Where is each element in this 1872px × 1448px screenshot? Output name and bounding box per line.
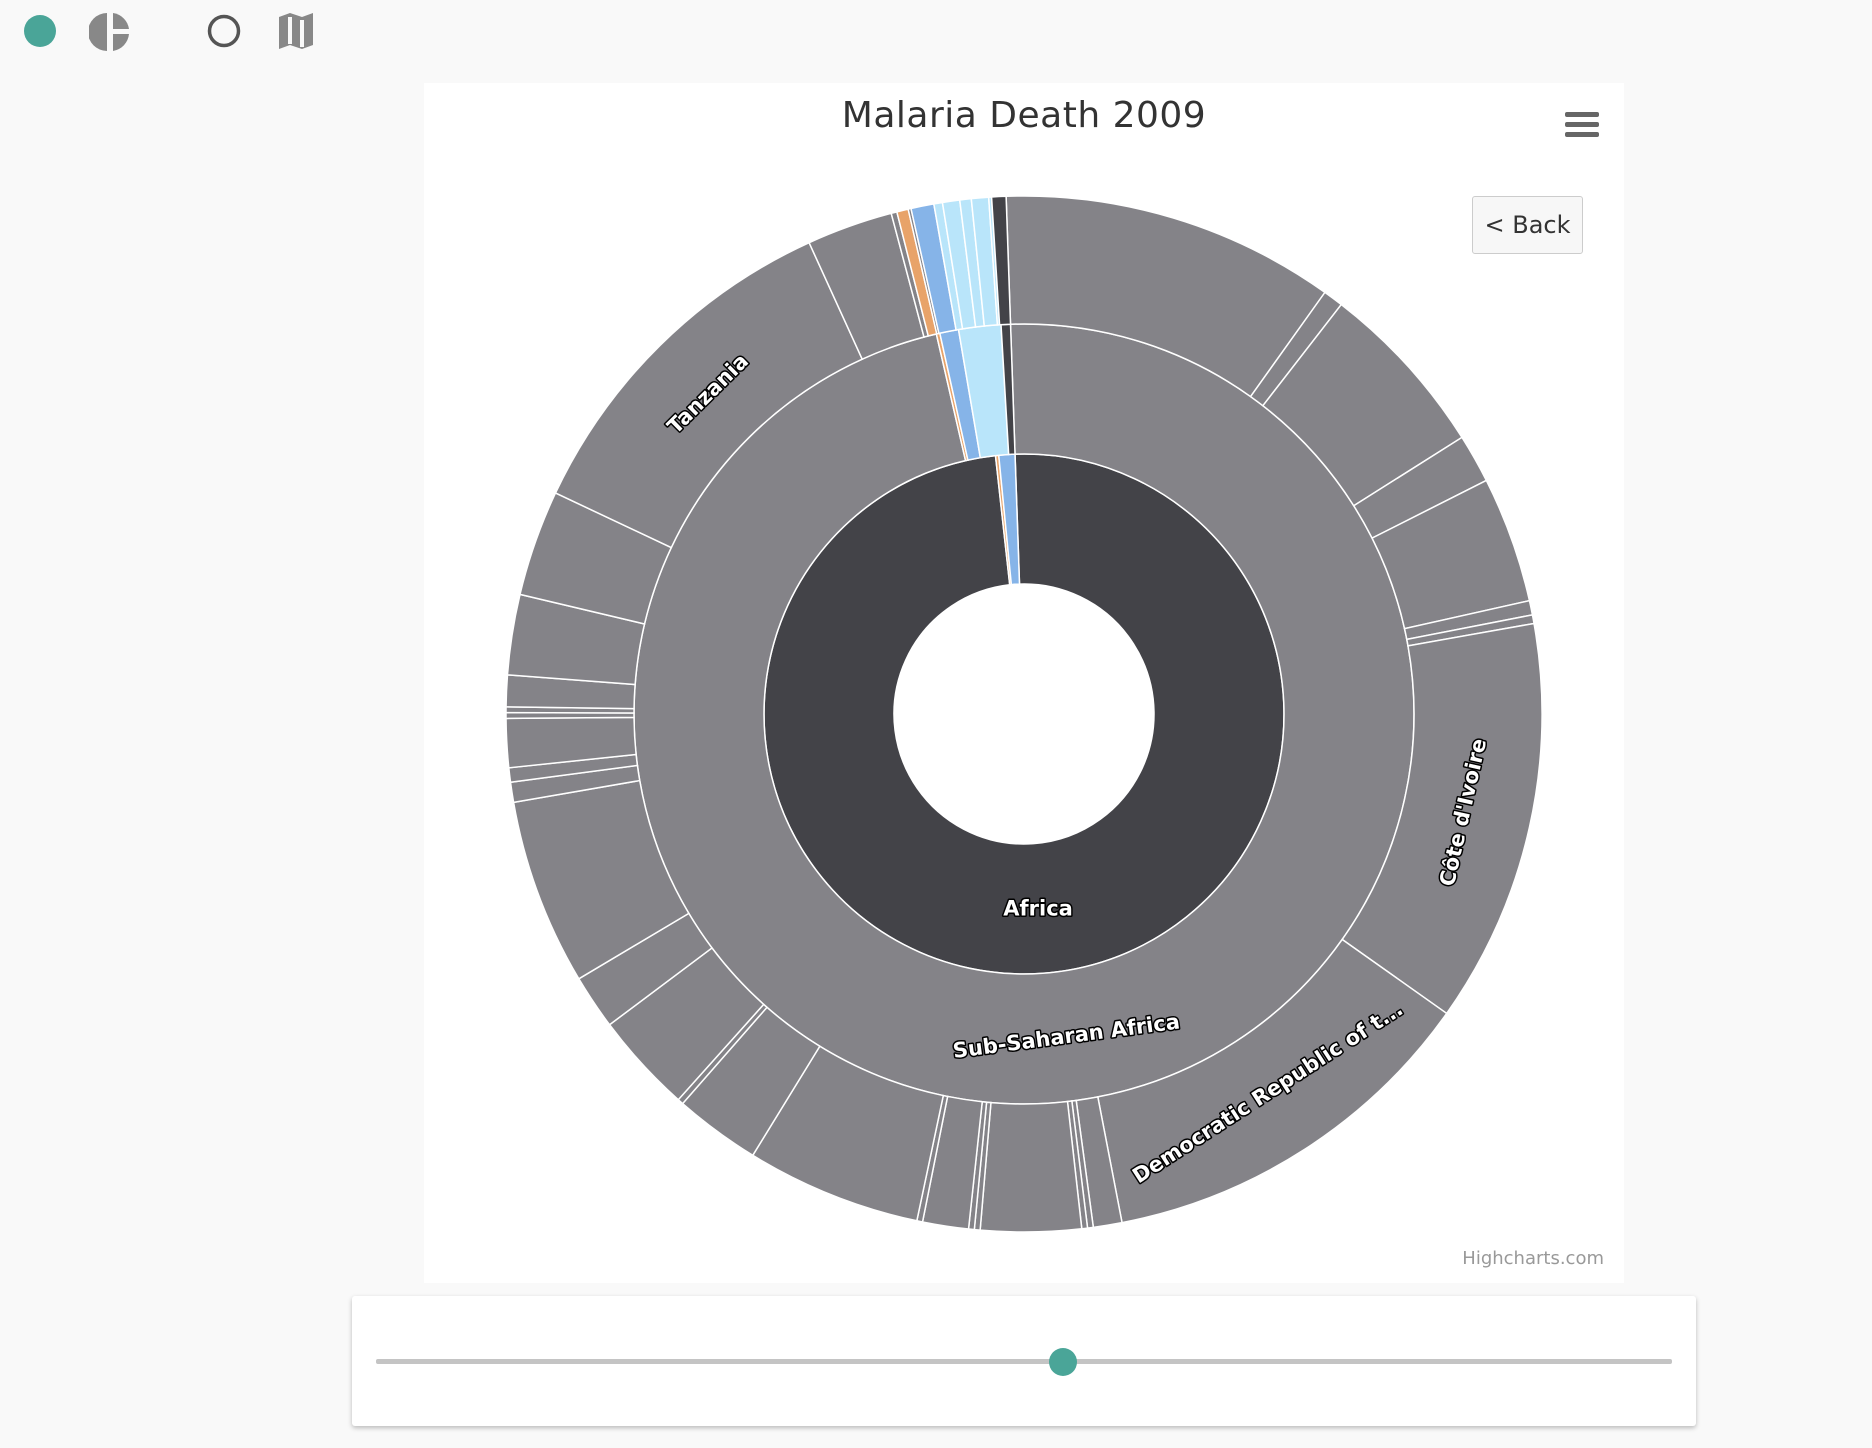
sunburst-label-africa: Africa [1003, 896, 1073, 920]
pie-chart-icon[interactable] [89, 11, 131, 53]
chart-title: Malaria Death 2009 [841, 95, 1207, 136]
highcharts-credits[interactable]: Highcharts.com [1462, 1248, 1604, 1269]
slider-thumb[interactable] [1048, 1347, 1077, 1376]
sunburst-slice-countries-12[interactable] [979, 1100, 1083, 1233]
back-button[interactable]: < Back [1472, 196, 1583, 254]
map-icon[interactable] [276, 11, 316, 51]
slider-track[interactable] [376, 1347, 1672, 1376]
chart-container: Africa Sub-Saharan Africa Côte d'Ivoire Dem… [424, 83, 1624, 1283]
year-slider-panel [352, 1296, 1696, 1426]
circle-icon[interactable] [22, 13, 58, 49]
hamburger-menu-icon[interactable] [1563, 109, 1601, 141]
ring-icon[interactable] [206, 13, 242, 49]
sunburst-chart[interactable]: AfricaSub-Saharan AfricaCôte d'IvoireDem… [424, 83, 1624, 1283]
sunburst-center [895, 585, 1153, 843]
